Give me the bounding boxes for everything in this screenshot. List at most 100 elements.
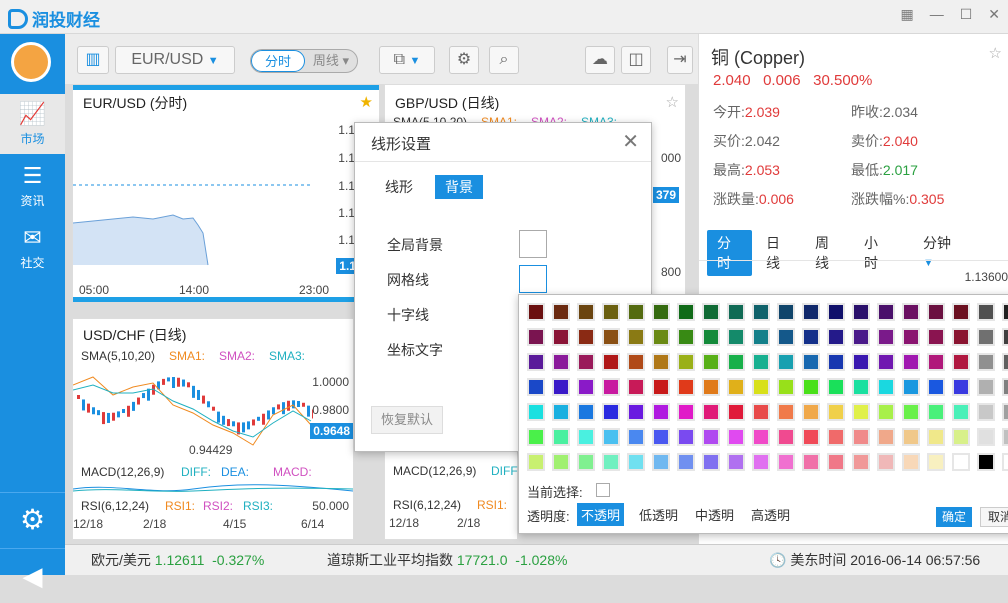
tab-hourly[interactable]: 小时 [854,230,899,276]
color-swatch[interactable] [877,353,895,371]
color-swatch[interactable] [652,378,670,396]
color-swatch[interactable] [777,353,795,371]
color-swatch[interactable] [852,403,870,421]
color-swatch[interactable] [877,328,895,346]
color-swatch[interactable] [627,453,645,471]
color-swatch[interactable] [552,403,570,421]
color-swatch[interactable] [852,378,870,396]
color-swatch[interactable] [952,353,970,371]
expand-icon[interactable]: ⇥ [667,46,693,74]
color-swatch[interactable] [802,378,820,396]
color-swatch[interactable] [677,428,695,446]
color-swatch[interactable] [627,403,645,421]
color-swatch[interactable] [927,403,945,421]
color-swatch[interactable] [977,378,995,396]
color-swatch[interactable] [677,328,695,346]
color-swatch[interactable] [577,403,595,421]
color-swatch[interactable] [602,453,620,471]
sidebar-item-market[interactable]: 📈 市场 [0,94,65,154]
global-bg-color-swatch[interactable] [519,230,547,258]
sidebar-item-news[interactable]: ☰ 资讯 [0,156,65,216]
color-swatch[interactable] [877,428,895,446]
color-swatch[interactable] [977,328,995,346]
color-swatch[interactable] [602,328,620,346]
color-swatch[interactable] [527,453,545,471]
color-swatch[interactable] [902,428,920,446]
color-swatch[interactable] [952,303,970,321]
color-swatch[interactable] [877,303,895,321]
grid-color-swatch[interactable] [519,265,547,293]
color-swatch[interactable] [527,403,545,421]
color-swatch[interactable] [727,428,745,446]
color-swatch[interactable] [752,303,770,321]
color-swatch[interactable] [902,378,920,396]
color-swatch[interactable] [777,453,795,471]
color-swatch[interactable] [577,453,595,471]
color-swatch[interactable] [702,403,720,421]
cancel-button[interactable]: 取消 [980,507,1008,527]
color-swatch[interactable] [927,453,945,471]
ok-button[interactable]: 确定 [936,507,972,527]
color-swatch[interactable] [727,353,745,371]
color-swatch[interactable] [977,303,995,321]
color-swatch[interactable] [527,428,545,446]
color-swatch[interactable] [827,453,845,471]
color-swatch[interactable] [852,328,870,346]
color-swatch[interactable] [552,453,570,471]
layout-toggle-button[interactable]: ▥ [77,46,109,74]
color-swatch[interactable] [677,403,695,421]
color-swatch[interactable] [527,353,545,371]
color-swatch[interactable] [777,378,795,396]
layout-icon[interactable]: ▦ [900,6,913,23]
favorite-star-icon[interactable]: ★ [360,93,373,111]
tab-intraday[interactable]: 分时 [707,230,752,276]
tab-background[interactable]: 背景 [435,175,483,199]
sidebar-item-social[interactable]: ✉ 社交 [0,218,65,278]
chart-type-select[interactable]: ⧉ ▼ [379,46,435,74]
reset-default-button[interactable]: 恢复默认 [371,406,443,434]
color-swatch[interactable] [602,303,620,321]
color-swatch[interactable] [577,328,595,346]
color-swatch[interactable] [902,403,920,421]
color-swatch[interactable] [802,328,820,346]
color-swatch[interactable] [552,428,570,446]
color-swatch[interactable] [627,303,645,321]
tab-weekly[interactable]: 周线 [805,230,850,276]
close-button[interactable]: ✕ [988,6,1000,23]
upload-cloud-icon[interactable]: ☁ [585,46,615,74]
maximize-button[interactable]: ☐ [960,6,973,23]
favorite-star-icon[interactable]: ☆ [666,93,679,111]
symbol-select[interactable]: EUR/USD ▼ [115,46,235,74]
color-swatch[interactable] [527,378,545,396]
settings-gear-icon[interactable]: ⚙ [0,492,65,546]
color-swatch[interactable] [577,378,595,396]
color-swatch[interactable] [827,403,845,421]
color-swatch[interactable] [652,353,670,371]
color-swatch[interactable] [652,453,670,471]
search-doc-icon[interactable]: ⌕ [489,46,519,74]
color-swatch[interactable] [727,328,745,346]
color-swatch[interactable] [577,353,595,371]
color-swatch[interactable] [852,428,870,446]
color-swatch[interactable] [927,378,945,396]
color-swatch[interactable] [802,353,820,371]
color-swatch[interactable] [827,378,845,396]
color-swatch[interactable] [627,328,645,346]
opacity-low-button[interactable]: 低透明 [635,503,682,526]
color-swatch[interactable] [552,303,570,321]
color-swatch[interactable] [952,378,970,396]
color-swatch[interactable] [977,353,995,371]
color-swatch[interactable] [552,353,570,371]
color-swatch[interactable] [802,303,820,321]
color-swatch[interactable] [527,303,545,321]
color-swatch[interactable] [727,453,745,471]
color-swatch[interactable] [977,453,995,471]
color-swatch[interactable] [927,328,945,346]
color-swatch[interactable] [827,428,845,446]
color-swatch[interactable] [752,378,770,396]
ticker-dji[interactable]: 道琼斯工业平均指数 17721.0 -1.028% [327,545,567,576]
color-swatch[interactable] [902,328,920,346]
minimize-button[interactable]: — [930,6,944,23]
color-swatch[interactable] [977,403,995,421]
color-swatch[interactable] [902,303,920,321]
